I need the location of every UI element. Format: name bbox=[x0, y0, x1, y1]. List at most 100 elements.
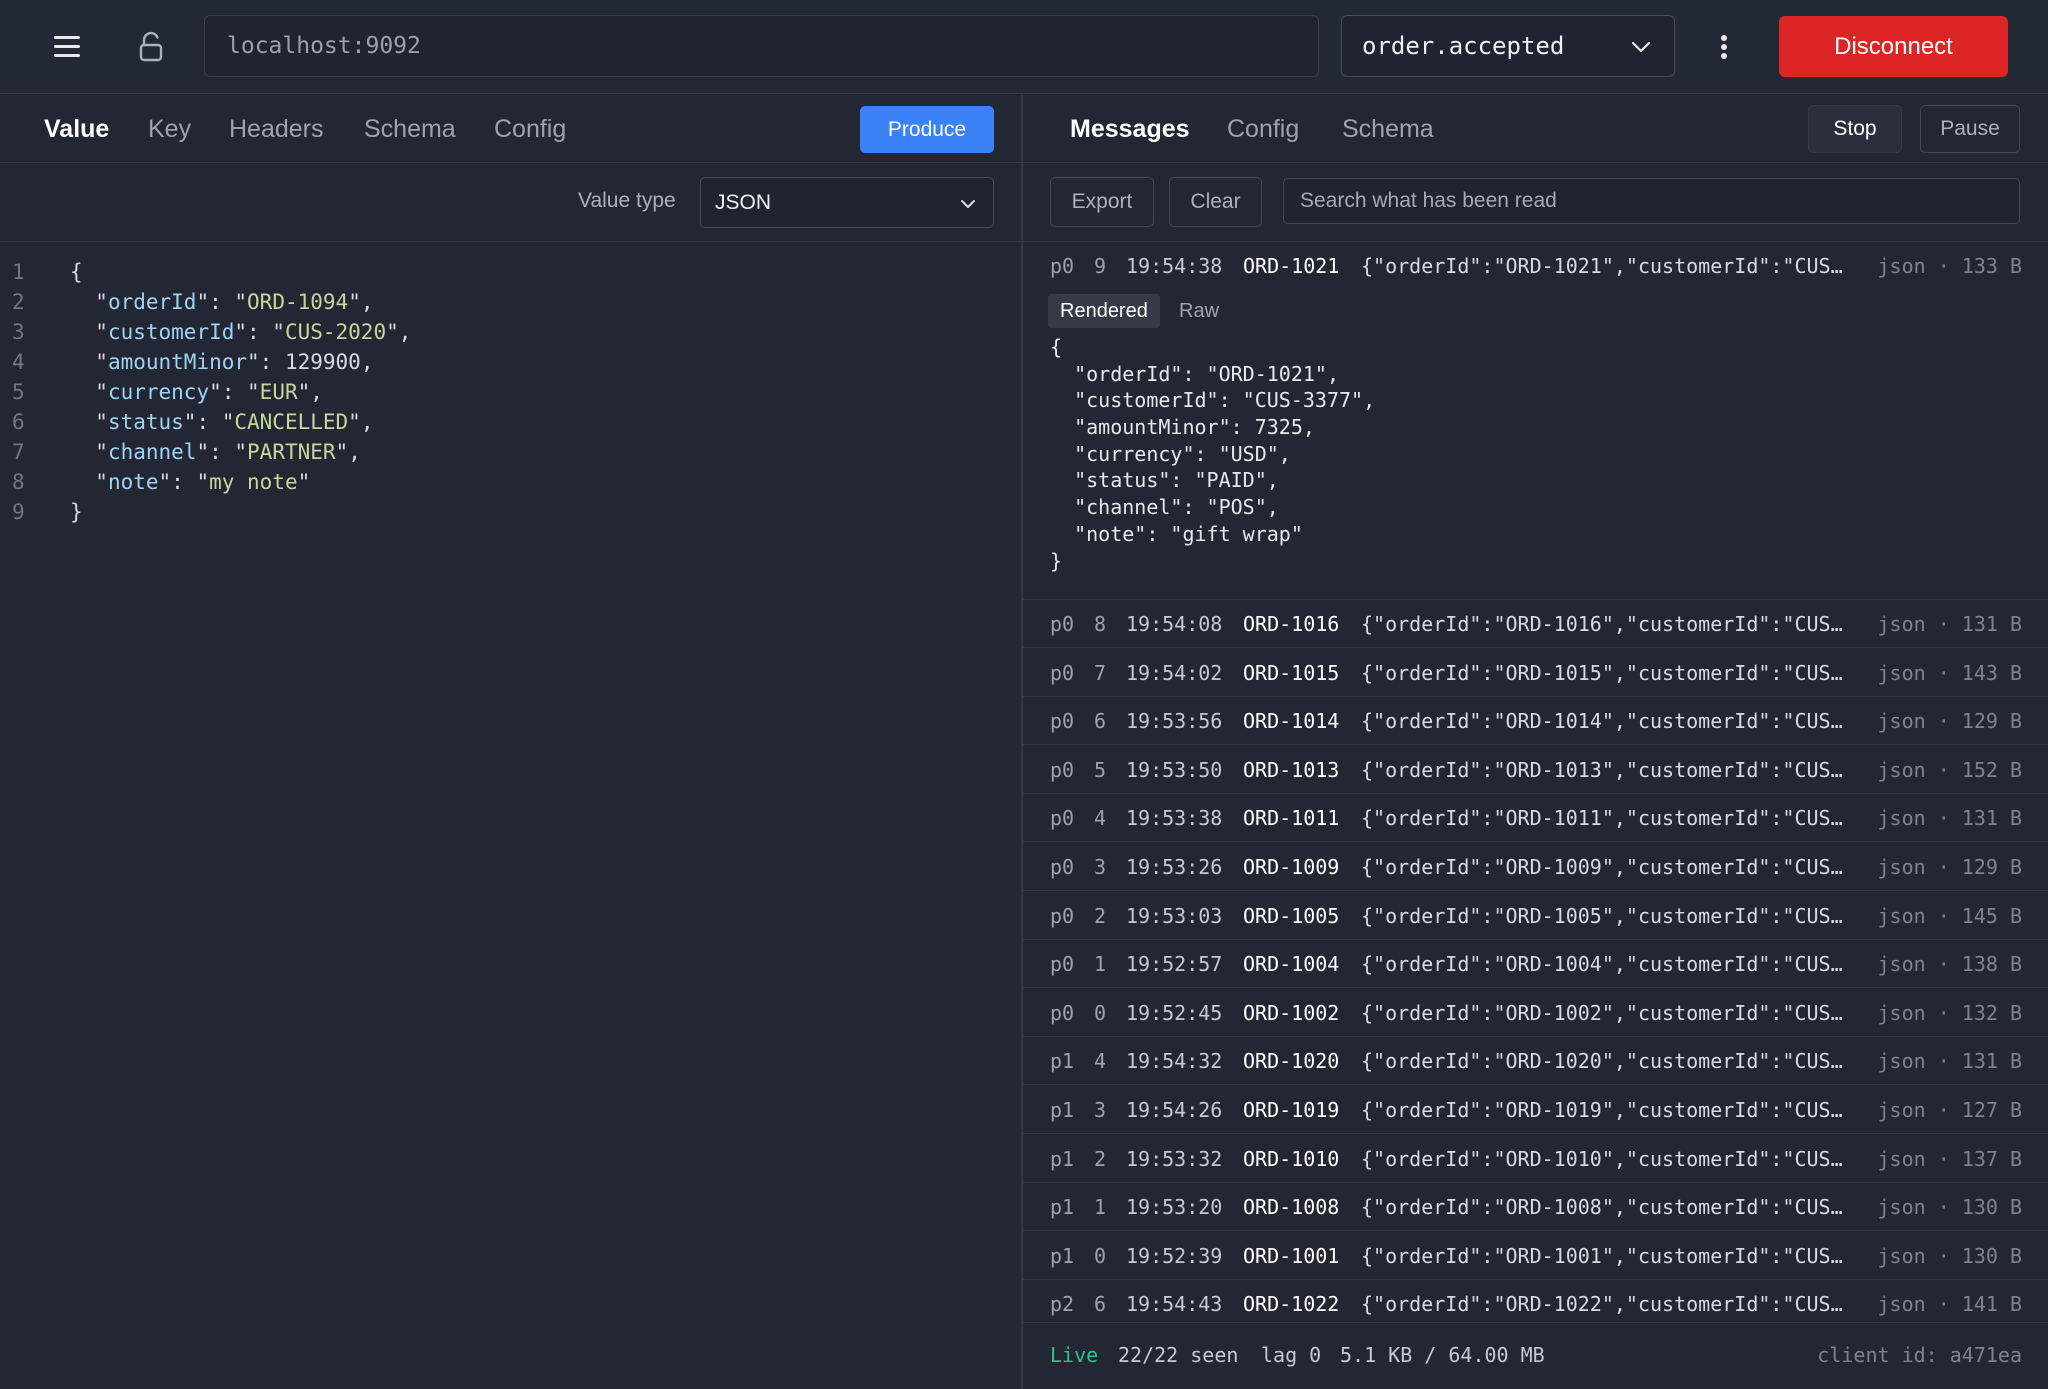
unlock-icon[interactable] bbox=[132, 28, 170, 66]
line-number: 7 bbox=[12, 440, 25, 464]
message-row[interactable]: p0 3 19:53:26 ORD-1009 {"orderId":"ORD-1009"… bbox=[1023, 843, 2048, 891]
message-row[interactable]: p1 3 19:54:26 ORD-1019 {"orderId":"ORD-1019"… bbox=[1023, 1086, 2048, 1134]
message-offset: 6 bbox=[1094, 1292, 1107, 1317]
message-timestamp: 19:52:45 bbox=[1126, 1000, 1223, 1025]
json-value: EUR bbox=[259, 380, 298, 404]
message-meta: json · 127 B bbox=[1877, 1098, 2023, 1122]
line-number: 4 bbox=[12, 350, 25, 374]
message-preview: {"orderId":"ORD-1019","customerId":"CUS… bbox=[1361, 1098, 1843, 1122]
message-meta: json · 131 B bbox=[1877, 612, 2023, 636]
code-text: } bbox=[70, 500, 83, 524]
message-partition: p0 bbox=[1050, 855, 1075, 879]
message-preview: {"orderId":"ORD-1010","customerId":"CUS… bbox=[1361, 1146, 1843, 1171]
message-partition: p1 bbox=[1050, 1195, 1075, 1220]
message-meta: json · 133 B bbox=[1877, 254, 2023, 278]
disconnect-button[interactable]: Disconnect bbox=[1779, 16, 2008, 77]
tab-consumer-config[interactable]: Config bbox=[1227, 115, 1299, 144]
message-offset: 7 bbox=[1094, 660, 1107, 685]
tab-messages[interactable]: Messages bbox=[1070, 115, 1190, 144]
message-meta: json · 131 B bbox=[1877, 806, 2023, 831]
message-partition: p1 bbox=[1050, 1098, 1075, 1122]
message-row[interactable]: p0 4 19:53:38 ORD-1011 {"orderId":"ORD-1011"… bbox=[1023, 794, 2048, 843]
message-row[interactable]: p0 5 19:53:50 ORD-1013 {"orderId":"ORD-1013"… bbox=[1023, 746, 2048, 794]
message-partition: p0 bbox=[1050, 757, 1075, 782]
message-timestamp: 19:53:20 bbox=[1126, 1195, 1223, 1220]
message-row[interactable]: p0 1 19:52:57 ORD-1004 {"orderId":"ORD-1004"… bbox=[1023, 940, 2048, 989]
pause-button[interactable]: Pause bbox=[1920, 105, 2020, 153]
message-preview: {"orderId":"ORD-1005","customerId":"CUS… bbox=[1361, 903, 1843, 928]
export-button[interactable]: Export bbox=[1050, 177, 1154, 227]
message-row[interactable]: p1 1 19:53:20 ORD-1008 {"orderId":"ORD-1008"… bbox=[1023, 1183, 2048, 1232]
tab-config[interactable]: Config bbox=[494, 115, 566, 144]
message-row[interactable]: p0 8 19:54:08 ORD-1016 {"orderId":"ORD-1016"… bbox=[1023, 600, 2048, 648]
message-key: ORD-1021 bbox=[1243, 254, 1340, 278]
message-preview: {"orderId":"ORD-1022","customerId":"CUS… bbox=[1361, 1292, 1843, 1317]
message-preview: {"orderId":"ORD-1013","customerId":"CUS… bbox=[1361, 757, 1843, 782]
message-key: ORD-1005 bbox=[1243, 903, 1340, 928]
rendered-json-line: "customerId": "CUS-3377", bbox=[1050, 388, 1376, 413]
consumer-panel: Messages Config Schema Stop Pause Export… bbox=[1023, 95, 2048, 1389]
value-type-select[interactable]: JSON bbox=[700, 177, 994, 228]
message-partition: p0 bbox=[1050, 806, 1075, 831]
message-timestamp: 19:53:50 bbox=[1126, 757, 1223, 782]
message-row[interactable]: p0 7 19:54:02 ORD-1015 {"orderId":"ORD-1015"… bbox=[1023, 649, 2048, 697]
value-type-value: JSON bbox=[715, 191, 772, 214]
value-editor[interactable]: 1 {2 "orderId": "ORD-1094", 3 "customerId"… bbox=[0, 242, 1021, 1389]
message-key: ORD-1009 bbox=[1243, 855, 1340, 879]
line-number: 5 bbox=[12, 380, 25, 404]
message-row[interactable]: p0 0 19:52:45 ORD-1002 {"orderId":"ORD-1002"… bbox=[1023, 989, 2048, 1037]
line-number: 6 bbox=[12, 410, 25, 434]
expanded-message-header[interactable]: p0 9 19:54:38 ORD-1021 {"orderId":"ORD-1… bbox=[1023, 242, 2048, 290]
broker-url-field[interactable]: localhost:9092 bbox=[204, 15, 1319, 77]
tab-raw[interactable]: Raw bbox=[1167, 294, 1231, 328]
message-preview: {"orderId":"ORD-1020","customerId":"CUS… bbox=[1361, 1049, 1843, 1074]
tab-schema[interactable]: Schema bbox=[364, 115, 456, 144]
code-text: { bbox=[70, 260, 83, 284]
rendered-json-line: "amountMinor": 7325, bbox=[1050, 415, 1315, 440]
topic-select[interactable]: order.accepted bbox=[1341, 15, 1675, 77]
message-key: ORD-1014 bbox=[1243, 709, 1340, 734]
message-row[interactable]: p2 6 19:54:43 ORD-1022 {"orderId":"ORD-1022"… bbox=[1023, 1280, 2048, 1322]
stop-button[interactable]: Stop bbox=[1808, 105, 1902, 153]
clear-button[interactable]: Clear bbox=[1169, 177, 1262, 227]
message-preview: {"orderId":"ORD-1008","customerId":"CUS… bbox=[1361, 1195, 1843, 1220]
message-row[interactable]: p1 2 19:53:32 ORD-1010 {"orderId":"ORD-1010"… bbox=[1023, 1135, 2048, 1183]
message-key: ORD-1004 bbox=[1243, 952, 1340, 977]
rendered-json-line: "channel": "POS", bbox=[1050, 495, 1279, 520]
json-key: amountMinor bbox=[107, 350, 248, 374]
message-partition: p0 bbox=[1050, 1000, 1075, 1025]
message-timestamp: 19:53:38 bbox=[1126, 806, 1223, 831]
tab-rendered[interactable]: Rendered bbox=[1048, 294, 1160, 328]
producer-panel: Value Key Headers Schema Config Produce … bbox=[0, 95, 1021, 1389]
more-vertical-icon[interactable] bbox=[1706, 26, 1742, 68]
message-timestamp: 19:54:43 bbox=[1126, 1292, 1223, 1317]
message-preview: {"orderId":"ORD-1016","customerId":"CUS… bbox=[1361, 612, 1843, 636]
message-offset: 2 bbox=[1094, 1146, 1107, 1171]
message-row[interactable]: p0 2 19:53:03 ORD-1005 {"orderId":"ORD-1005"… bbox=[1023, 892, 2048, 940]
json-key: currency bbox=[107, 380, 210, 404]
line-number: 9 bbox=[12, 500, 25, 524]
menu-icon[interactable] bbox=[46, 28, 88, 66]
json-key: channel bbox=[107, 440, 197, 464]
produce-button[interactable]: Produce bbox=[860, 106, 994, 153]
message-row[interactable]: p1 0 19:52:39 ORD-1001 {"orderId":"ORD-1001"… bbox=[1023, 1232, 2048, 1280]
json-key: note bbox=[107, 470, 159, 494]
message-row[interactable]: p1 4 19:54:32 ORD-1020 {"orderId":"ORD-1020"… bbox=[1023, 1037, 2048, 1086]
message-key: ORD-1010 bbox=[1243, 1146, 1340, 1171]
message-meta: json · 131 B bbox=[1877, 1049, 2023, 1074]
message-key: ORD-1001 bbox=[1243, 1243, 1340, 1268]
message-search-input[interactable] bbox=[1283, 178, 2020, 224]
message-timestamp: 19:53:32 bbox=[1126, 1146, 1223, 1171]
message-partition: p1 bbox=[1050, 1146, 1075, 1171]
message-timestamp: 19:54:38 bbox=[1126, 254, 1223, 278]
message-offset: 0 bbox=[1094, 1243, 1107, 1268]
message-list: p0 9 19:54:38 ORD-1021 {"orderId":"ORD-1… bbox=[1023, 242, 2048, 1322]
tab-key[interactable]: Key bbox=[148, 115, 191, 144]
tab-value[interactable]: Value bbox=[44, 115, 109, 144]
tab-headers[interactable]: Headers bbox=[229, 115, 324, 144]
value-type-row: Value type JSON bbox=[0, 163, 1021, 242]
line-number: 1 bbox=[12, 260, 25, 284]
tab-consumer-schema[interactable]: Schema bbox=[1342, 115, 1434, 144]
message-row[interactable]: p0 6 19:53:56 ORD-1014 {"orderId":"ORD-1014"… bbox=[1023, 697, 2048, 746]
message-key: ORD-1022 bbox=[1243, 1292, 1340, 1317]
